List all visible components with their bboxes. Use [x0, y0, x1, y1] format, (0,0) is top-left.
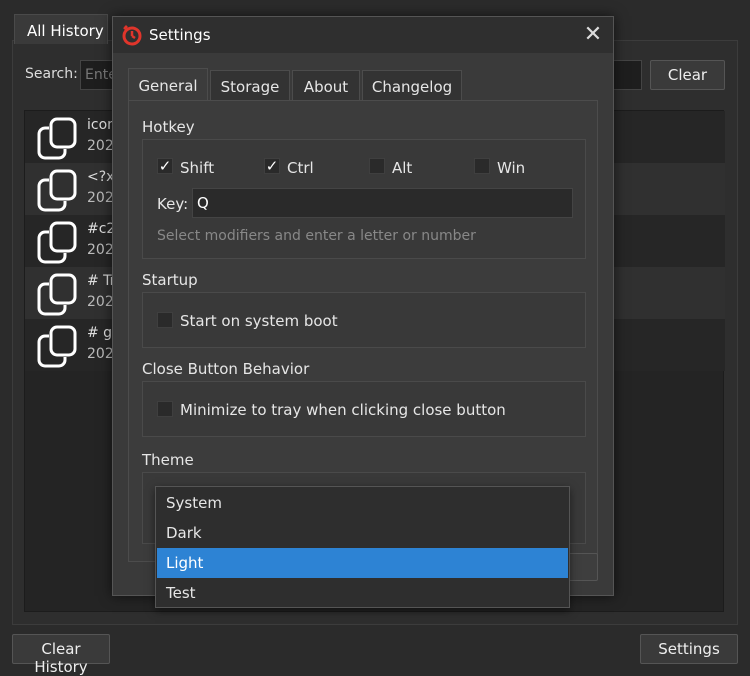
stopwatch-logo-icon: [122, 25, 142, 46]
history-item-date: 202: [87, 294, 114, 310]
hotkey-section-label: Hotkey: [142, 118, 195, 136]
alt-checkbox[interactable]: [369, 158, 385, 174]
copy-icon: [37, 117, 77, 160]
theme-option-light[interactable]: Light: [157, 548, 568, 578]
start-on-boot-label: Start on system boot: [180, 312, 338, 330]
history-item-date: 202: [87, 190, 114, 206]
tab-changelog[interactable]: Changelog: [362, 70, 462, 102]
tab-about[interactable]: About: [292, 70, 360, 102]
shift-checkbox[interactable]: ✓: [157, 158, 173, 174]
alt-label: Alt: [392, 159, 413, 177]
key-label: Key:: [157, 195, 189, 213]
theme-option-dark[interactable]: Dark: [157, 518, 568, 548]
startup-section-label: Startup: [142, 271, 198, 289]
win-label: Win: [497, 159, 526, 177]
theme-option-test[interactable]: Test: [157, 578, 568, 608]
tab-all-history[interactable]: All History: [14, 14, 108, 44]
theme-option-system[interactable]: System: [157, 488, 568, 518]
clear-search-button[interactable]: Clear: [650, 60, 725, 90]
start-on-boot-checkbox[interactable]: [157, 312, 173, 328]
dialog-footer-button[interactable]: [569, 553, 598, 581]
copy-icon: [37, 273, 77, 316]
search-label: Search:: [25, 66, 78, 82]
startup-group: Start on system boot: [142, 292, 586, 348]
minimize-to-tray-label: Minimize to tray when clicking close but…: [180, 401, 506, 419]
tab-general[interactable]: General: [128, 68, 208, 102]
close-behavior-section-label: Close Button Behavior: [142, 360, 310, 378]
copy-icon: [37, 169, 77, 212]
win-checkbox[interactable]: [474, 158, 490, 174]
settings-button[interactable]: Settings: [640, 634, 738, 664]
dialog-title: Settings: [149, 26, 211, 44]
close-behavior-group: Minimize to tray when clicking close but…: [142, 381, 586, 437]
copy-icon: [37, 325, 77, 368]
history-item-date: 202: [87, 242, 114, 258]
ctrl-label: Ctrl: [287, 159, 314, 177]
history-item-date: 202: [87, 138, 114, 154]
theme-dropdown[interactable]: System Dark Light Test: [155, 486, 570, 608]
clear-history-button[interactable]: Clear History: [12, 634, 110, 676]
close-icon[interactable]: ✕: [579, 21, 607, 49]
tab-storage[interactable]: Storage: [210, 70, 290, 102]
key-input[interactable]: Q: [192, 188, 573, 218]
hotkey-group: ✓ Shift ✓ Ctrl Alt Win Key: Q Select mod…: [142, 139, 586, 259]
theme-section-label: Theme: [142, 451, 194, 469]
history-item-date: 202: [87, 346, 114, 362]
dialog-title-bar[interactable]: Settings ✕: [113, 17, 613, 53]
ctrl-checkbox[interactable]: ✓: [264, 158, 280, 174]
shift-label: Shift: [180, 159, 215, 177]
minimize-to-tray-checkbox[interactable]: [157, 401, 173, 417]
hotkey-hint: Select modifiers and enter a letter or n…: [157, 228, 476, 244]
copy-icon: [37, 221, 77, 264]
